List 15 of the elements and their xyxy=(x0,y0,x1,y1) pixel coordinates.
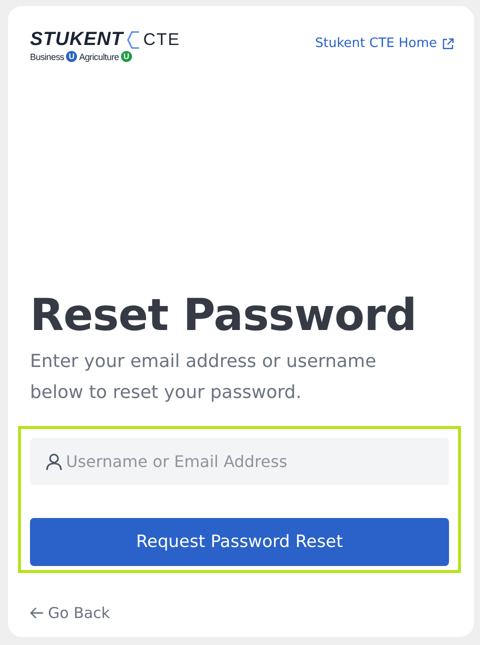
logo-suffix: CTE xyxy=(143,30,180,50)
page-title: Reset Password xyxy=(30,290,418,342)
username-field[interactable]: Username or Email Address xyxy=(30,438,449,485)
logo-wordmark: STUKENT xyxy=(30,30,124,50)
home-link[interactable]: Stukent CTE Home xyxy=(315,36,454,51)
program-name: Agriculture xyxy=(79,52,119,62)
program-name: Business xyxy=(30,52,64,62)
request-reset-button[interactable]: Request Password Reset xyxy=(30,518,449,566)
go-back-text: Go Back xyxy=(48,604,110,622)
go-back-link[interactable]: Go Back xyxy=(30,604,454,622)
external-link-icon xyxy=(442,38,454,50)
arrow-left-icon xyxy=(30,607,44,619)
program-badge: U xyxy=(66,51,78,62)
instructions-text: Enter your email address or username below to reset your password. xyxy=(30,350,378,405)
program-badge: U xyxy=(120,51,132,62)
